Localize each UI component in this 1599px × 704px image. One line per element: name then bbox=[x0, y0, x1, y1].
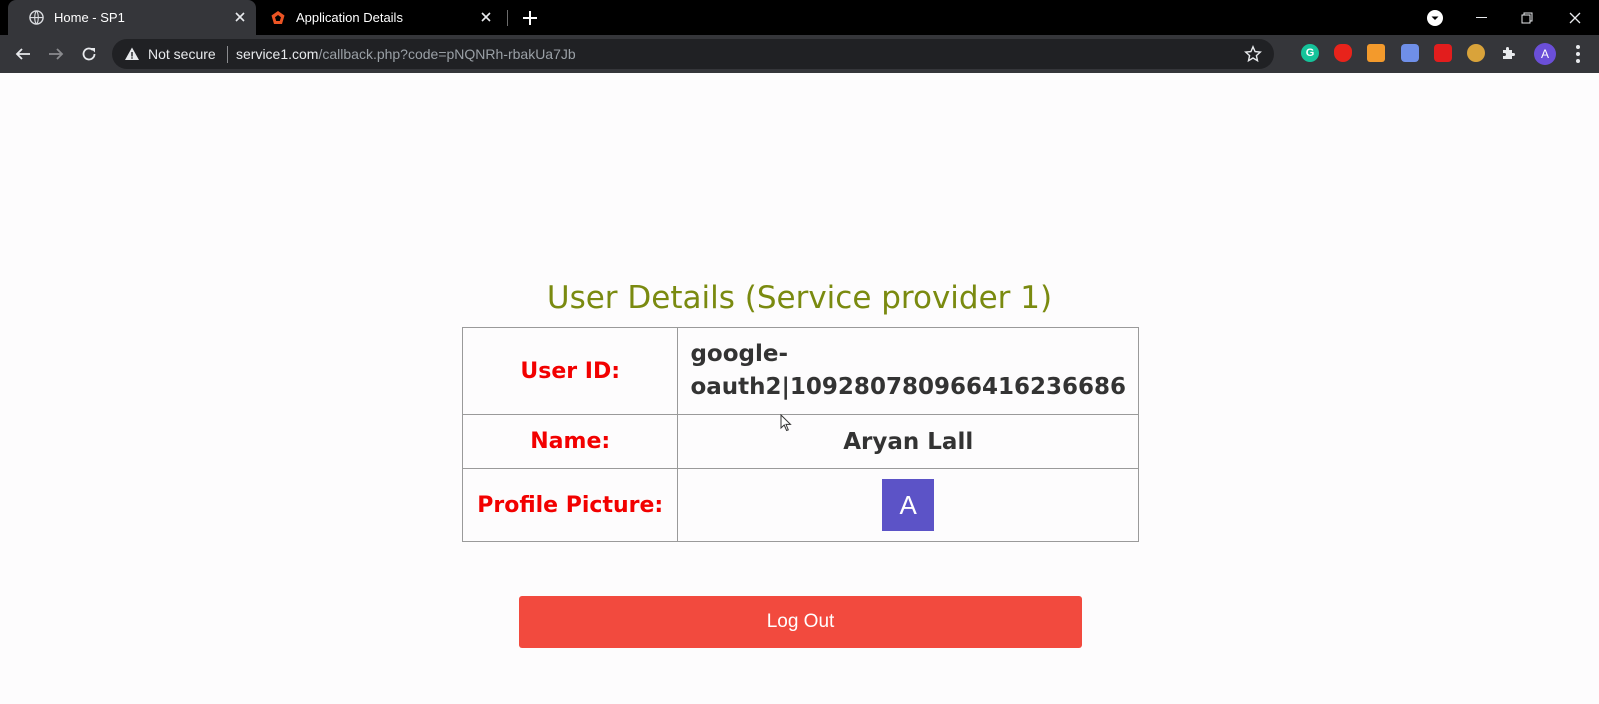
log-out-button[interactable]: Log Out bbox=[519, 596, 1082, 648]
tab-application-details[interactable]: Application Details bbox=[256, 0, 502, 35]
url-host: service1.com bbox=[236, 46, 319, 62]
minimize-icon[interactable] bbox=[1458, 0, 1504, 35]
profile-picture-cell: A bbox=[677, 468, 1139, 542]
user-id-value: google-oauth2|109280780966416236686 bbox=[677, 327, 1139, 415]
profile-picture-label: Profile Picture: bbox=[461, 468, 679, 542]
url-path: /callback.php?code=pNQNRh-rbakUa7Jb bbox=[318, 46, 576, 62]
url-divider bbox=[227, 46, 228, 63]
warning-triangle-icon[interactable] bbox=[124, 46, 140, 62]
grammarly-icon[interactable]: G bbox=[1301, 44, 1319, 62]
name-value: Aryan Lall bbox=[677, 414, 1139, 469]
page-content: User Details (Service provider 1) User I… bbox=[0, 73, 1599, 704]
tab-strip: Home - SP1 Application Details bbox=[0, 0, 1599, 35]
reload-icon[interactable] bbox=[77, 42, 101, 66]
table-row: User ID: google-oauth2|10928078096641623… bbox=[461, 327, 1139, 415]
extension-orange-icon[interactable] bbox=[1367, 44, 1385, 62]
more-menu-icon[interactable] bbox=[1568, 44, 1588, 64]
new-tab-plus-icon[interactable] bbox=[520, 8, 540, 28]
profile-avatar[interactable]: A bbox=[1534, 43, 1556, 65]
address-bar[interactable]: Not secure service1.com/callback.php?cod… bbox=[112, 39, 1274, 69]
user-details-table: User ID: google-oauth2|10928078096641623… bbox=[461, 327, 1139, 542]
forward-arrow-icon[interactable] bbox=[44, 42, 68, 66]
user-id-label: User ID: bbox=[461, 327, 679, 415]
table-row: Name: Aryan Lall bbox=[461, 414, 1139, 469]
tab-title: Home - SP1 bbox=[54, 10, 125, 25]
mouse-cursor-icon bbox=[780, 414, 792, 432]
url-text[interactable]: service1.com/callback.php?code=pNQNRh-rb… bbox=[236, 46, 576, 62]
tab-divider bbox=[507, 10, 508, 26]
tab-search-icon[interactable] bbox=[1412, 0, 1458, 35]
restore-icon[interactable] bbox=[1504, 0, 1550, 35]
extension-blue-icon[interactable] bbox=[1401, 44, 1419, 62]
table-row: Profile Picture: A bbox=[461, 468, 1139, 542]
auth0-icon bbox=[270, 10, 286, 26]
security-status-label[interactable]: Not secure bbox=[148, 46, 216, 62]
back-arrow-icon[interactable] bbox=[11, 42, 35, 66]
profile-picture: A bbox=[882, 479, 935, 531]
tab-home-sp1[interactable]: Home - SP1 bbox=[8, 0, 256, 35]
extension-yellow-icon[interactable] bbox=[1467, 44, 1485, 62]
name-label: Name: bbox=[461, 414, 679, 469]
extension-red-icon[interactable] bbox=[1334, 44, 1352, 62]
puzzle-icon[interactable] bbox=[1500, 44, 1518, 62]
close-tab-icon[interactable] bbox=[478, 9, 494, 25]
extension-red2-icon[interactable] bbox=[1434, 44, 1452, 62]
bookmark-star-icon[interactable] bbox=[1244, 45, 1262, 63]
tab-title: Application Details bbox=[296, 10, 403, 25]
close-window-icon[interactable] bbox=[1552, 0, 1598, 35]
globe-icon bbox=[28, 10, 44, 26]
close-tab-icon[interactable] bbox=[232, 9, 248, 25]
browser-toolbar: Not secure service1.com/callback.php?cod… bbox=[0, 35, 1599, 73]
page-title: User Details (Service provider 1) bbox=[546, 280, 1053, 316]
